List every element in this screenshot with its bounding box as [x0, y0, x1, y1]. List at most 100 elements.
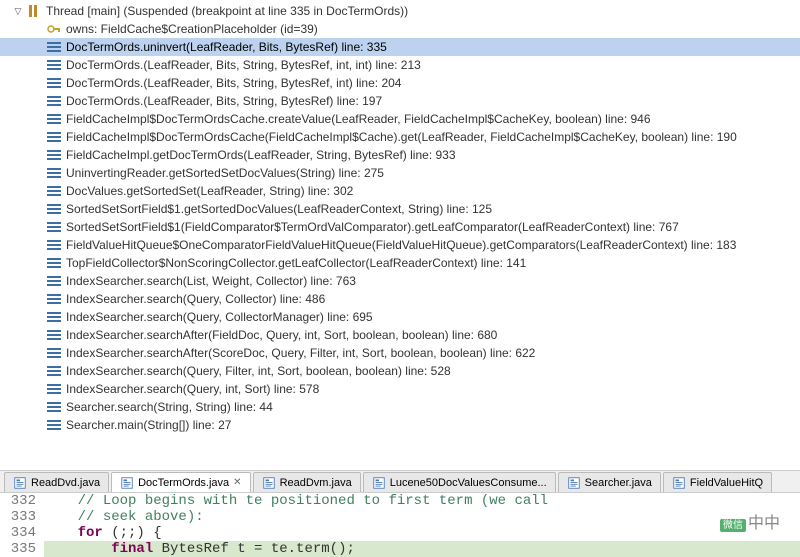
- stack-frame-icon: [46, 273, 62, 289]
- stack-frame[interactable]: FieldValueHitQueue$OneComparatorFieldVal…: [0, 236, 800, 254]
- editor-tab[interactable]: FieldValueHitQ: [663, 472, 772, 492]
- stack-frame[interactable]: DocTermOrds.(LeafReader, Bits, String, B…: [0, 56, 800, 74]
- frame-label: DocTermOrds.(LeafReader, Bits, String, B…: [66, 58, 421, 72]
- java-file-icon: [262, 476, 276, 490]
- frame-label: DocTermOrds.(LeafReader, Bits, String, B…: [66, 76, 401, 90]
- tab-label: FieldValueHitQ: [690, 477, 763, 489]
- code-text: final BytesRef t = te.term();: [44, 541, 800, 557]
- java-file-icon: [120, 476, 134, 490]
- frame-label: Searcher.main(String[]) line: 27: [66, 418, 231, 432]
- watermark: 微信中中: [720, 509, 780, 533]
- stack-frame[interactable]: DocValues.getSortedSet(LeafReader, Strin…: [0, 182, 800, 200]
- tab-label: ReadDvm.java: [280, 477, 352, 489]
- stack-frame-icon: [46, 219, 62, 235]
- code-editor[interactable]: 332 // Loop begins with te positioned to…: [0, 492, 800, 557]
- stack-frame[interactable]: TopFieldCollector$NonScoringCollector.ge…: [0, 254, 800, 272]
- stack-frame[interactable]: UninvertingReader.getSortedSetDocValues(…: [0, 164, 800, 182]
- stack-frame-icon: [46, 327, 62, 343]
- frame-label: IndexSearcher.search(Query, CollectorMan…: [66, 310, 373, 324]
- stack-frame-icon: [46, 57, 62, 73]
- stack-frame[interactable]: IndexSearcher.searchAfter(FieldDoc, Quer…: [0, 326, 800, 344]
- stack-frame-icon: [46, 381, 62, 397]
- code-text: for (;;) {: [44, 525, 800, 541]
- stack-frame[interactable]: IndexSearcher.search(Query, CollectorMan…: [0, 308, 800, 326]
- stack-frame-icon: [46, 39, 62, 55]
- stack-frame-icon: [46, 237, 62, 253]
- line-number: 335: [0, 541, 44, 557]
- code-line[interactable]: 332 // Loop begins with te positioned to…: [0, 493, 800, 509]
- thread-icon: [26, 3, 42, 19]
- stack-frame-icon: [46, 201, 62, 217]
- editor-tab[interactable]: ReadDvd.java: [4, 472, 109, 492]
- stack-frame[interactable]: IndexSearcher.searchAfter(ScoreDoc, Quer…: [0, 344, 800, 362]
- java-file-icon: [13, 476, 27, 490]
- editor-tabs: ReadDvd.java DocTermOrds.java ✕ ReadDvm.jav…: [0, 470, 800, 492]
- code-text: // seek above):: [44, 509, 800, 525]
- owns-label: owns: FieldCache$CreationPlaceholder (id…: [66, 22, 318, 36]
- tab-label: DocTermOrds.java: [138, 477, 229, 489]
- frame-label: FieldValueHitQueue$OneComparatorFieldVal…: [66, 238, 736, 252]
- debug-stack-pane[interactable]: ▽ Thread [main] (Suspended (breakpoint a…: [0, 0, 800, 470]
- frame-label: Searcher.search(String, String) line: 44: [66, 400, 273, 414]
- stack-frame[interactable]: IndexSearcher.search(List, Weight, Colle…: [0, 272, 800, 290]
- stack-frame[interactable]: Searcher.search(String, String) line: 44: [0, 398, 800, 416]
- stack-frame[interactable]: FieldCacheImpl.getDocTermOrds(LeafReader…: [0, 146, 800, 164]
- stack-frame-icon: [46, 309, 62, 325]
- stack-frame[interactable]: FieldCacheImpl$DocTermOrdsCache(FieldCac…: [0, 128, 800, 146]
- stack-frame-icon: [46, 345, 62, 361]
- stack-frame[interactable]: FieldCacheImpl$DocTermOrdsCache.createVa…: [0, 110, 800, 128]
- stack-frame-icon: [46, 111, 62, 127]
- key-icon: [46, 21, 62, 37]
- frame-label: IndexSearcher.search(Query, Collector) l…: [66, 292, 325, 306]
- editor-tab[interactable]: ReadDvm.java: [253, 472, 361, 492]
- frame-label: FieldCacheImpl$DocTermOrdsCache(FieldCac…: [66, 130, 737, 144]
- stack-frame-icon: [46, 147, 62, 163]
- stack-frame-icon: [46, 417, 62, 433]
- editor-tab[interactable]: Lucene50DocValuesConsume...: [363, 472, 556, 492]
- tab-label: Searcher.java: [585, 477, 652, 489]
- code-line[interactable]: 333 // seek above):: [0, 509, 800, 525]
- frame-label: FieldCacheImpl$DocTermOrdsCache.createVa…: [66, 112, 651, 126]
- thread-node[interactable]: ▽ Thread [main] (Suspended (breakpoint a…: [0, 2, 800, 20]
- java-file-icon: [372, 476, 386, 490]
- stack-frame[interactable]: IndexSearcher.search(Query, Collector) l…: [0, 290, 800, 308]
- stack-frame-icon: [46, 255, 62, 271]
- frame-label: DocTermOrds.uninvert(LeafReader, Bits, B…: [66, 40, 387, 54]
- stack-frame[interactable]: SortedSetSortField$1(FieldComparator$Ter…: [0, 218, 800, 236]
- line-number: 332: [0, 493, 44, 509]
- frame-label: SortedSetSortField$1.getSortedDocValues(…: [66, 202, 492, 216]
- stack-frame[interactable]: SortedSetSortField$1.getSortedDocValues(…: [0, 200, 800, 218]
- stack-frame[interactable]: DocTermOrds.(LeafReader, Bits, String, B…: [0, 92, 800, 110]
- frame-label: IndexSearcher.search(Query, int, Sort) l…: [66, 382, 319, 396]
- code-line[interactable]: 334 for (;;) {: [0, 525, 800, 541]
- stack-frame[interactable]: IndexSearcher.search(Query, Filter, int,…: [0, 362, 800, 380]
- stack-frame[interactable]: DocTermOrds.(LeafReader, Bits, String, B…: [0, 74, 800, 92]
- stack-frame-icon: [46, 129, 62, 145]
- stack-frame-icon: [46, 399, 62, 415]
- frame-label: FieldCacheImpl.getDocTermOrds(LeafReader…: [66, 148, 456, 162]
- tab-label: Lucene50DocValuesConsume...: [390, 477, 547, 489]
- stack-frame[interactable]: Searcher.main(String[]) line: 27: [0, 416, 800, 434]
- editor-tab[interactable]: Searcher.java: [558, 472, 661, 492]
- stack-frame[interactable]: IndexSearcher.search(Query, int, Sort) l…: [0, 380, 800, 398]
- owns-node[interactable]: owns: FieldCache$CreationPlaceholder (id…: [0, 20, 800, 38]
- stack-frame-icon: [46, 165, 62, 181]
- java-file-icon: [567, 476, 581, 490]
- stack-frame-icon: [46, 363, 62, 379]
- line-number: 333: [0, 509, 44, 525]
- stack-frame-icon: [46, 75, 62, 91]
- expander-icon[interactable]: ▽: [12, 6, 24, 17]
- editor-tab[interactable]: DocTermOrds.java ✕: [111, 472, 250, 492]
- frame-label: IndexSearcher.searchAfter(ScoreDoc, Quer…: [66, 346, 535, 360]
- code-line[interactable]: 335 final BytesRef t = te.term();: [0, 541, 800, 557]
- frame-label: IndexSearcher.searchAfter(FieldDoc, Quer…: [66, 328, 497, 342]
- code-text: // Loop begins with te positioned to fir…: [44, 493, 800, 509]
- close-icon[interactable]: ✕: [233, 477, 241, 488]
- frame-label: DocTermOrds.(LeafReader, Bits, String, B…: [66, 94, 382, 108]
- stack-frame[interactable]: DocTermOrds.uninvert(LeafReader, Bits, B…: [0, 38, 800, 56]
- frame-label: TopFieldCollector$NonScoringCollector.ge…: [66, 256, 526, 270]
- stack-frame-icon: [46, 291, 62, 307]
- frame-label: UninvertingReader.getSortedSetDocValues(…: [66, 166, 384, 180]
- frame-label: IndexSearcher.search(Query, Filter, int,…: [66, 364, 451, 378]
- thread-label: Thread [main] (Suspended (breakpoint at …: [46, 4, 408, 18]
